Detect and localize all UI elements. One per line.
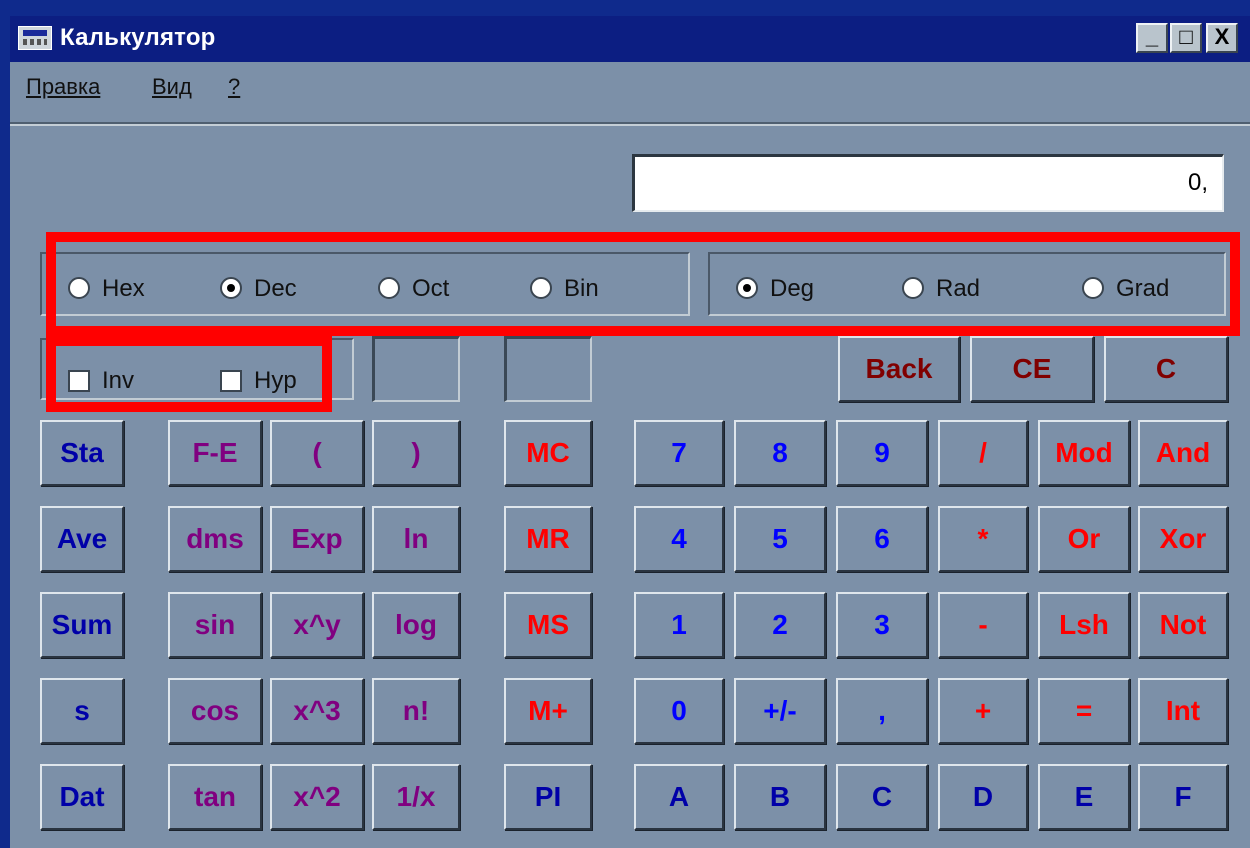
not-button[interactable]: Not bbox=[1138, 592, 1228, 658]
and-button[interactable]: And bbox=[1138, 420, 1228, 486]
lsh-button[interactable]: Lsh bbox=[1038, 592, 1130, 658]
radio-oct-indicator[interactable] bbox=[378, 277, 400, 299]
clear-entry-button[interactable]: CE bbox=[970, 336, 1094, 402]
digit-1-button[interactable]: 1 bbox=[634, 592, 724, 658]
close-button[interactable]: X bbox=[1206, 23, 1238, 53]
open-paren-button[interactable]: ( bbox=[270, 420, 364, 486]
multiply-button[interactable]: * bbox=[938, 506, 1028, 572]
ave-button[interactable]: Ave bbox=[40, 506, 124, 572]
menu-edit[interactable]: Правка bbox=[26, 74, 100, 100]
radio-oct-label: Oct bbox=[412, 275, 450, 302]
dat-button[interactable]: Dat bbox=[40, 764, 124, 830]
checkbox-inv-label: Inv bbox=[102, 367, 135, 394]
radio-hex-label: Hex bbox=[102, 275, 145, 302]
mc-button[interactable]: MC bbox=[504, 420, 592, 486]
cos-button[interactable]: cos bbox=[168, 678, 262, 744]
radio-bin-indicator[interactable] bbox=[530, 277, 552, 299]
digit-0-button[interactable]: 0 bbox=[634, 678, 724, 744]
ms-button[interactable]: MS bbox=[504, 592, 592, 658]
ln-button[interactable]: ln bbox=[372, 506, 460, 572]
title-bar[interactable]: Калькулятор _ □ X bbox=[10, 16, 1250, 62]
exp-button[interactable]: Exp bbox=[270, 506, 364, 572]
hex-a-button[interactable]: A bbox=[634, 764, 724, 830]
radio-rad-indicator[interactable] bbox=[902, 277, 924, 299]
mod-button[interactable]: Mod bbox=[1038, 420, 1130, 486]
negate-button[interactable]: +/- bbox=[734, 678, 826, 744]
add-button[interactable]: + bbox=[938, 678, 1028, 744]
sum-button[interactable]: Sum bbox=[40, 592, 124, 658]
hex-e-button[interactable]: E bbox=[1038, 764, 1130, 830]
xor-button[interactable]: Xor bbox=[1138, 506, 1228, 572]
sin-button[interactable]: sin bbox=[168, 592, 262, 658]
log-button[interactable]: log bbox=[372, 592, 460, 658]
decimal-button[interactable]: , bbox=[836, 678, 928, 744]
memory-indicator bbox=[504, 336, 592, 402]
divide-button[interactable]: / bbox=[938, 420, 1028, 486]
radio-hex-indicator[interactable] bbox=[68, 277, 90, 299]
factorial-button[interactable]: n! bbox=[372, 678, 460, 744]
radio-bin-label: Bin bbox=[564, 275, 599, 302]
m-plus-button[interactable]: M+ bbox=[504, 678, 592, 744]
digit-7-button[interactable]: 7 bbox=[634, 420, 724, 486]
s-button[interactable]: s bbox=[40, 678, 124, 744]
reciprocal-button[interactable]: 1/x bbox=[372, 764, 460, 830]
window-title: Калькулятор bbox=[60, 24, 216, 51]
int-button[interactable]: Int bbox=[1138, 678, 1228, 744]
hex-f-button[interactable]: F bbox=[1138, 764, 1228, 830]
radio-grad-label: Grad bbox=[1116, 275, 1170, 302]
checkbox-hyp-box[interactable] bbox=[220, 370, 242, 392]
calculator-icon bbox=[18, 26, 52, 50]
fe-button[interactable]: F-E bbox=[168, 420, 262, 486]
x-pow-y-button[interactable]: x^y bbox=[270, 592, 364, 658]
digit-9-button[interactable]: 9 bbox=[836, 420, 928, 486]
digit-6-button[interactable]: 6 bbox=[836, 506, 928, 572]
parenthesis-indicator bbox=[372, 336, 460, 402]
digit-3-button[interactable]: 3 bbox=[836, 592, 928, 658]
radio-deg-label: Deg bbox=[770, 275, 815, 302]
clear-button[interactable]: C bbox=[1104, 336, 1228, 402]
or-button[interactable]: Or bbox=[1038, 506, 1130, 572]
dms-button[interactable]: dms bbox=[168, 506, 262, 572]
close-paren-button[interactable]: ) bbox=[372, 420, 460, 486]
x-cubed-button[interactable]: x^3 bbox=[270, 678, 364, 744]
menu-separator bbox=[10, 122, 1250, 126]
digit-5-button[interactable]: 5 bbox=[734, 506, 826, 572]
hex-b-button[interactable]: B bbox=[734, 764, 826, 830]
radio-rad-label: Rad bbox=[936, 275, 981, 302]
minimize-button[interactable]: _ bbox=[1136, 23, 1168, 53]
hex-c-button[interactable]: C bbox=[836, 764, 928, 830]
menu-help[interactable]: ? bbox=[228, 74, 240, 100]
sta-button[interactable]: Sta bbox=[40, 420, 124, 486]
checkbox-hyp-label: Hyp bbox=[254, 367, 297, 394]
checkbox-inv-box[interactable] bbox=[68, 370, 90, 392]
calculator-display: 0, bbox=[632, 154, 1224, 212]
mr-button[interactable]: MR bbox=[504, 506, 592, 572]
radio-dec-label: Dec bbox=[254, 275, 297, 302]
maximize-button[interactable]: □ bbox=[1170, 23, 1202, 53]
menu-view[interactable]: Вид bbox=[152, 74, 192, 100]
menu-bar: Правка Вид ? bbox=[10, 62, 1250, 122]
hex-d-button[interactable]: D bbox=[938, 764, 1028, 830]
digit-2-button[interactable]: 2 bbox=[734, 592, 826, 658]
equals-button[interactable]: = bbox=[1038, 678, 1130, 744]
radio-grad-indicator[interactable] bbox=[1082, 277, 1104, 299]
radio-deg-indicator[interactable] bbox=[736, 277, 758, 299]
tan-button[interactable]: tan bbox=[168, 764, 262, 830]
radio-dec-indicator[interactable] bbox=[220, 277, 242, 299]
digit-4-button[interactable]: 4 bbox=[634, 506, 724, 572]
subtract-button[interactable]: - bbox=[938, 592, 1028, 658]
digit-8-button[interactable]: 8 bbox=[734, 420, 826, 486]
calculator-window: Калькулятор _ □ X Правка Вид ? 0, Hex De… bbox=[10, 16, 1250, 848]
x-squared-button[interactable]: x^2 bbox=[270, 764, 364, 830]
back-button[interactable]: Back bbox=[838, 336, 960, 402]
pi-button[interactable]: PI bbox=[504, 764, 592, 830]
